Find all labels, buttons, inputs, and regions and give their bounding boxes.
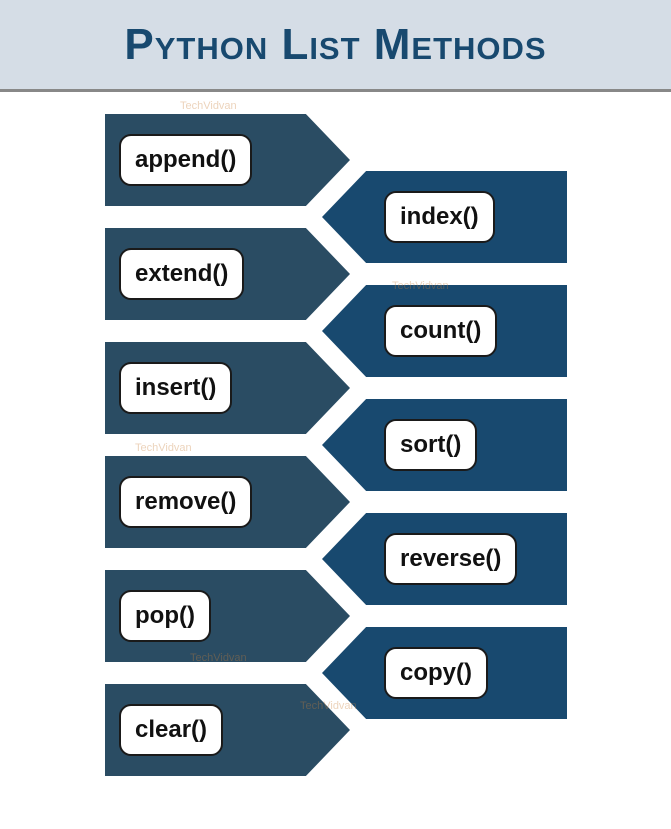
methods-diagram: append() extend() insert() remove() pop(… (0, 92, 671, 826)
method-arrow-append: append() (105, 114, 350, 206)
method-label: append() (119, 134, 252, 186)
method-arrow-sort: sort() (322, 399, 567, 491)
watermark: TechVidvan (135, 442, 192, 454)
method-label: remove() (119, 476, 252, 528)
method-arrow-copy: copy() (322, 627, 567, 719)
method-label: count() (384, 305, 497, 357)
method-arrow-remove: remove() (105, 456, 350, 548)
method-arrow-insert: insert() (105, 342, 350, 434)
page-title: Python List Methods (124, 20, 546, 70)
header-bar: Python List Methods (0, 0, 671, 92)
method-arrow-pop: pop() (105, 570, 350, 662)
method-label: clear() (119, 704, 223, 756)
method-label: copy() (384, 647, 488, 699)
method-label: insert() (119, 362, 232, 414)
method-arrow-index: index() (322, 171, 567, 263)
method-arrow-count: count() (322, 285, 567, 377)
method-label: pop() (119, 590, 211, 642)
method-label: sort() (384, 419, 477, 471)
method-arrow-extend: extend() (105, 228, 350, 320)
method-arrow-clear: clear() (105, 684, 350, 776)
method-label: reverse() (384, 533, 517, 585)
method-label: index() (384, 191, 495, 243)
watermark: TechVidvan (180, 100, 237, 112)
method-arrow-reverse: reverse() (322, 513, 567, 605)
method-label: extend() (119, 248, 244, 300)
